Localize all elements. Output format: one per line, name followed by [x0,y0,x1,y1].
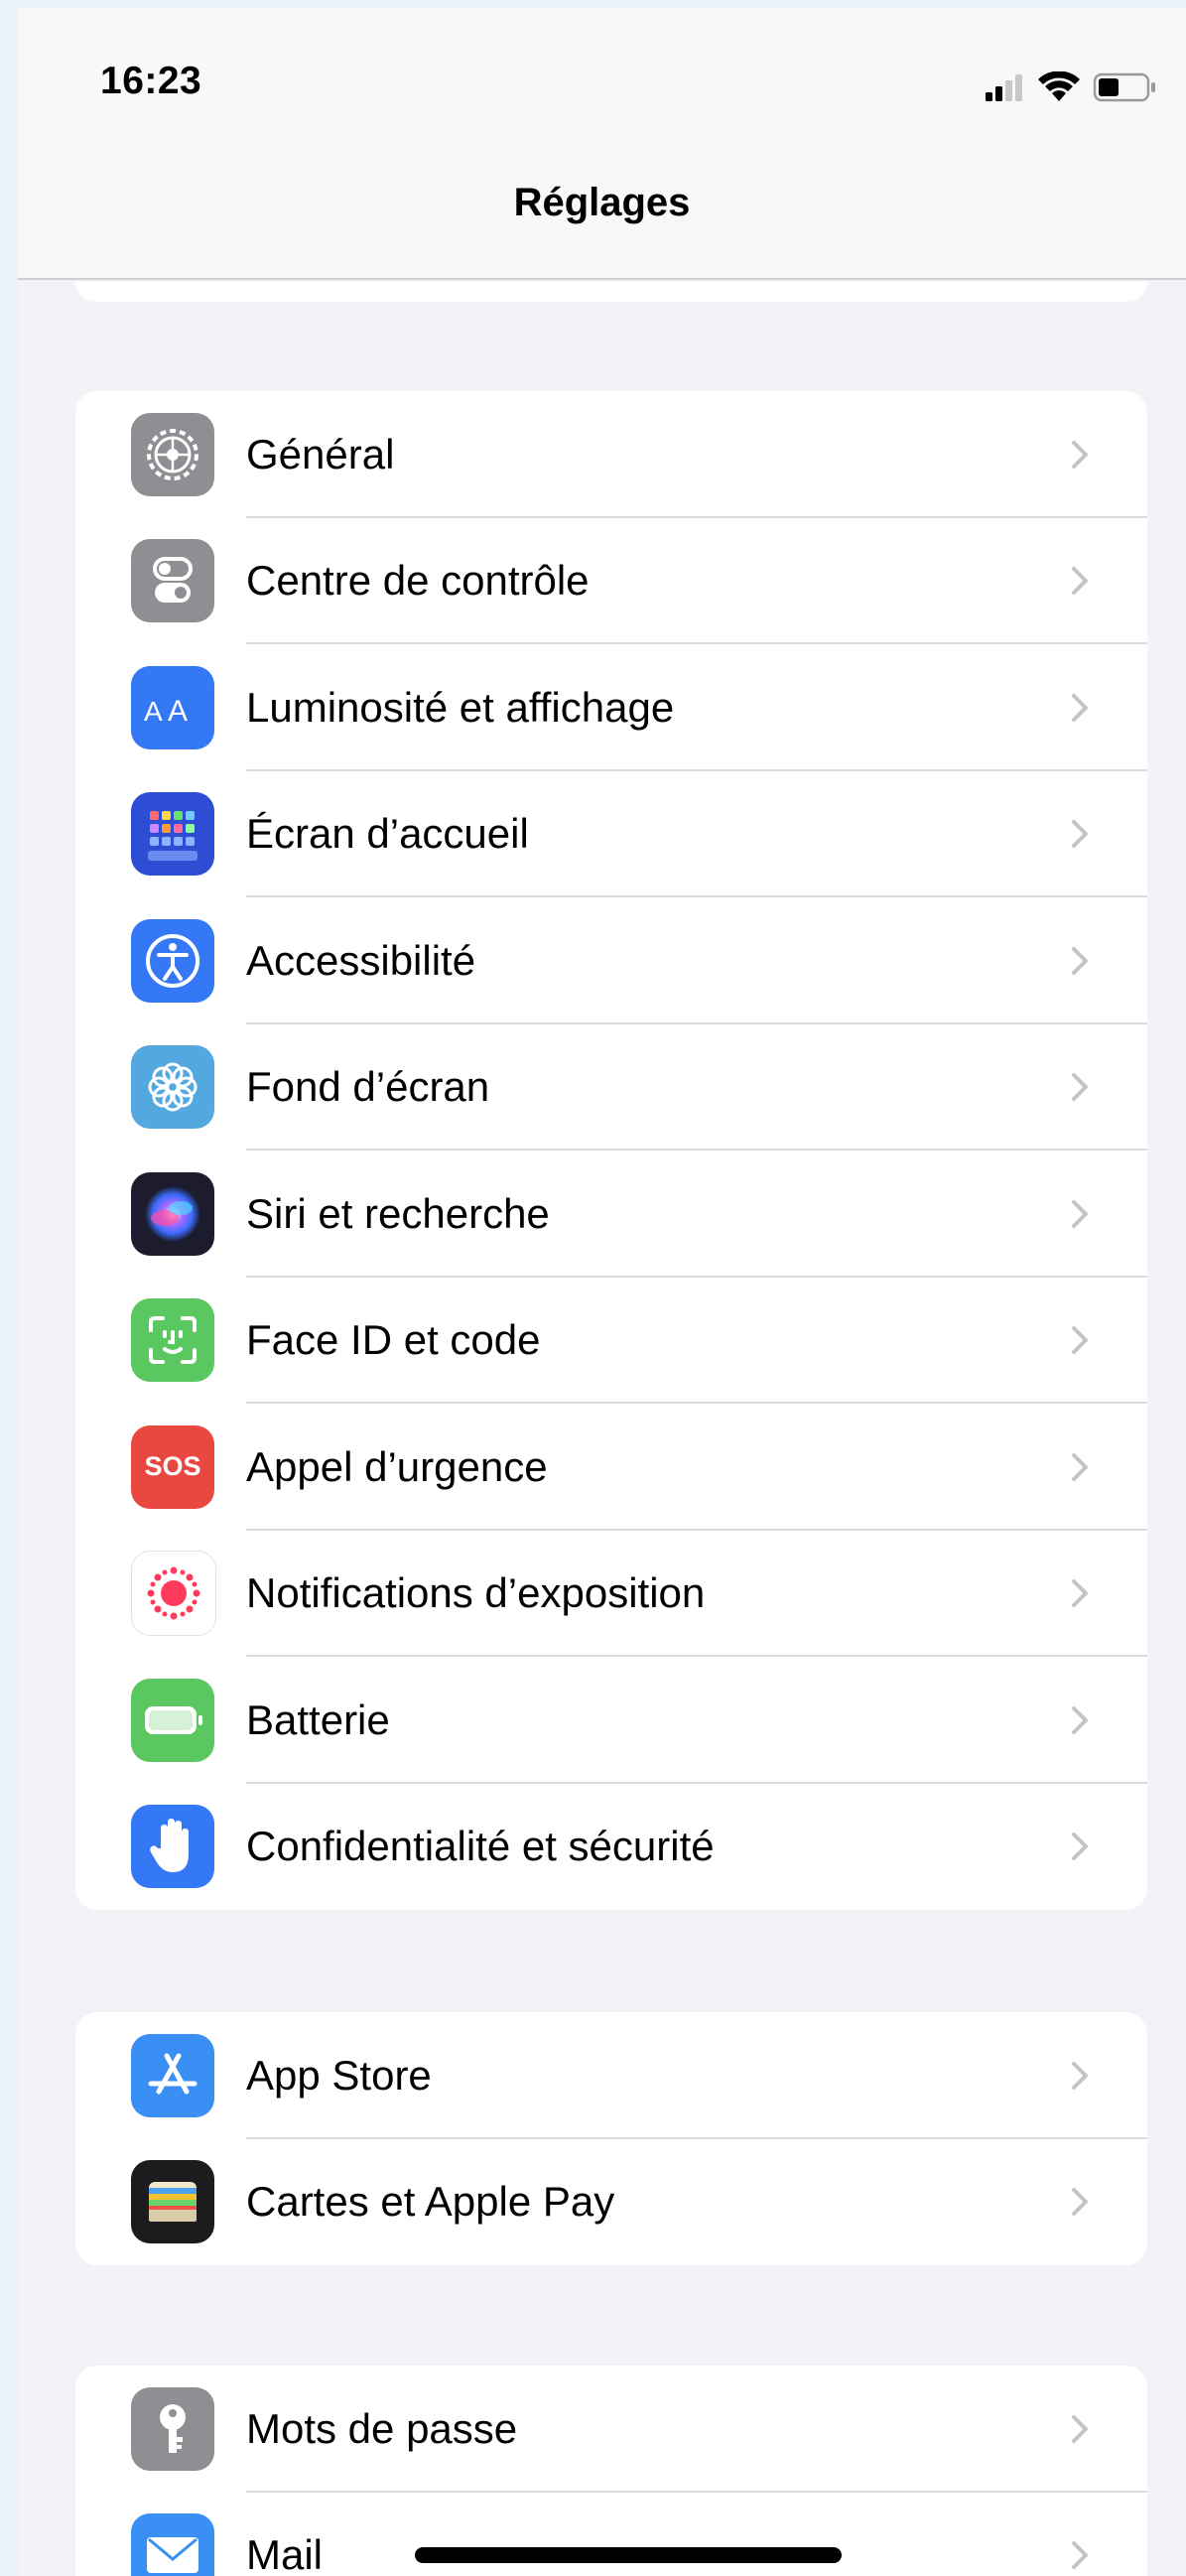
cellular-signal-icon [986,74,1022,101]
row-label: Notifications d’exposition [246,1569,706,1617]
sos-icon: SOS [131,1424,214,1509]
toggles-icon [131,539,214,623]
svg-text:A: A [168,695,188,728]
chevron-right-icon [1072,2061,1088,2090]
chevron-right-icon [1072,567,1088,596]
hand-icon [131,1805,214,1889]
page-title: Réglages [513,180,691,224]
battery-status-icon [1093,72,1155,102]
chevron-right-icon [1072,1452,1088,1481]
chevron-right-icon [1072,946,1088,975]
settings-group-3: Mots de passe Mail [75,2366,1147,2576]
row-label: Batterie [246,1695,390,1743]
previous-group-remnant [75,282,1147,302]
battery-icon [131,1678,214,1762]
sos-icon-text: SOS [144,1451,201,1482]
settings-group-1: Général Centre de contrôle A A Luminosit… [75,391,1147,1910]
chevron-right-icon [1072,1705,1088,1734]
row-label: Fond d’écran [246,1063,490,1111]
settings-row-accessibility[interactable]: Accessibilité [75,897,1147,1024]
row-label: Écran d’accueil [246,810,529,858]
key-icon [131,2386,214,2471]
chevron-right-icon [1072,1199,1088,1228]
chevron-right-icon [1072,1579,1088,1608]
gear-icon [131,412,214,496]
aa-text-icon: A A [131,665,214,749]
settings-row-wallpaper[interactable]: Fond d’écran [75,1024,1147,1151]
row-label: Luminosité et affichage [246,683,675,731]
wifi-icon [1038,71,1080,101]
row-label: Accessibilité [246,936,476,984]
row-label: Face ID et code [246,1316,541,1364]
chevron-right-icon [1072,440,1088,469]
chevron-right-icon [1072,2414,1088,2443]
row-label: Centre de contrôle [246,557,590,605]
settings-row-emergency-sos[interactable]: SOS Appel d’urgence [75,1404,1147,1531]
svg-text:A: A [144,696,163,727]
row-label: Mots de passe [246,2404,518,2452]
settings-screen: 16:23 Réglages Général Centre de contrôl… [18,8,1186,2576]
chevron-right-icon [1072,2188,1088,2217]
wallpaper-flower-icon [131,1045,214,1130]
row-label: Mail [246,2531,324,2576]
settings-row-face-id[interactable]: Face ID et code [75,1278,1147,1404]
mail-icon [131,2513,214,2576]
accessibility-icon [131,918,214,1003]
home-grid-icon [131,792,214,877]
row-label: Cartes et Apple Pay [246,2178,615,2226]
navigation-bar: Réglages [18,157,1186,280]
home-indicator[interactable] [415,2547,842,2563]
settings-group-2: App Store Cartes et Apple Pay [75,2012,1147,2265]
settings-row-mail[interactable]: Mail [75,2493,1147,2576]
settings-row-passwords[interactable]: Mots de passe [75,2366,1147,2493]
row-label: Confidentialité et sécurité [246,1823,715,1870]
status-icons [984,68,1156,107]
chevron-right-icon [1072,1326,1088,1355]
chevron-right-icon [1072,1073,1088,1102]
exposure-icon [131,1551,216,1637]
siri-icon [131,1171,214,1256]
settings-row-control-center[interactable]: Centre de contrôle [75,518,1147,644]
row-label: App Store [246,2051,432,2099]
settings-row-wallet[interactable]: Cartes et Apple Pay [75,2139,1147,2266]
face-id-icon [131,1298,214,1383]
settings-row-battery[interactable]: Batterie [75,1657,1147,1784]
wallet-icon [131,2160,214,2244]
chevron-right-icon [1072,820,1088,849]
row-label: Général [246,430,395,477]
row-label: Siri et recherche [246,1189,550,1237]
settings-row-privacy[interactable]: Confidentialité et sécurité [75,1784,1147,1911]
app-store-icon [131,2033,214,2117]
settings-row-home-screen[interactable]: Écran d’accueil [75,771,1147,897]
settings-row-siri[interactable]: Siri et recherche [75,1151,1147,1278]
status-bar: 16:23 [18,8,1186,157]
settings-row-display-brightness[interactable]: A A Luminosité et affichage [75,644,1147,771]
settings-row-exposure-notifications[interactable]: Notifications d’exposition [75,1531,1147,1657]
chevron-right-icon [1072,1832,1088,1861]
settings-row-app-store[interactable]: App Store [75,2012,1147,2139]
status-time: 16:23 [100,60,202,102]
chevron-right-icon [1072,2541,1088,2570]
chevron-right-icon [1072,693,1088,722]
settings-row-general[interactable]: Général [75,391,1147,518]
row-label: Appel d’urgence [246,1442,548,1490]
